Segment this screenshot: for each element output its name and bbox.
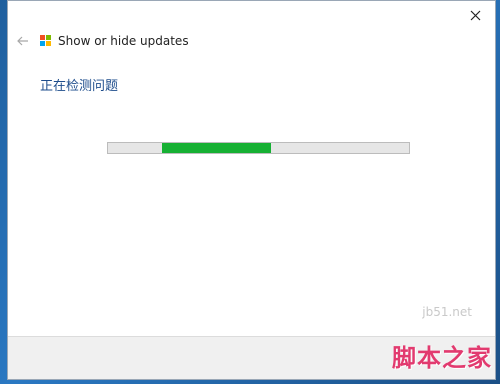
logo-quadrant-yellow <box>46 41 51 46</box>
watermark-url: jb51.net <box>422 305 472 319</box>
header-row: Show or hide updates <box>14 31 189 51</box>
desktop-background: Show or hide updates 正在检测问题 jb51.net 脚本之… <box>0 0 500 384</box>
logo-quadrant-blue <box>40 41 45 46</box>
back-arrow-icon <box>17 36 28 46</box>
troubleshooter-window: Show or hide updates 正在检测问题 <box>7 0 496 380</box>
status-message: 正在检测问题 <box>40 79 119 94</box>
progress-fill <box>162 143 271 153</box>
close-icon <box>470 10 480 20</box>
close-button[interactable] <box>465 5 485 25</box>
progress-bar <box>107 142 410 154</box>
logo-quadrant-green <box>46 35 51 40</box>
windows-logo-icon <box>40 35 52 47</box>
logo-quadrant-red <box>40 35 45 40</box>
watermark-logo: 脚本之家 <box>392 344 492 372</box>
back-button[interactable] <box>14 32 32 50</box>
window-title: Show or hide updates <box>58 34 189 48</box>
